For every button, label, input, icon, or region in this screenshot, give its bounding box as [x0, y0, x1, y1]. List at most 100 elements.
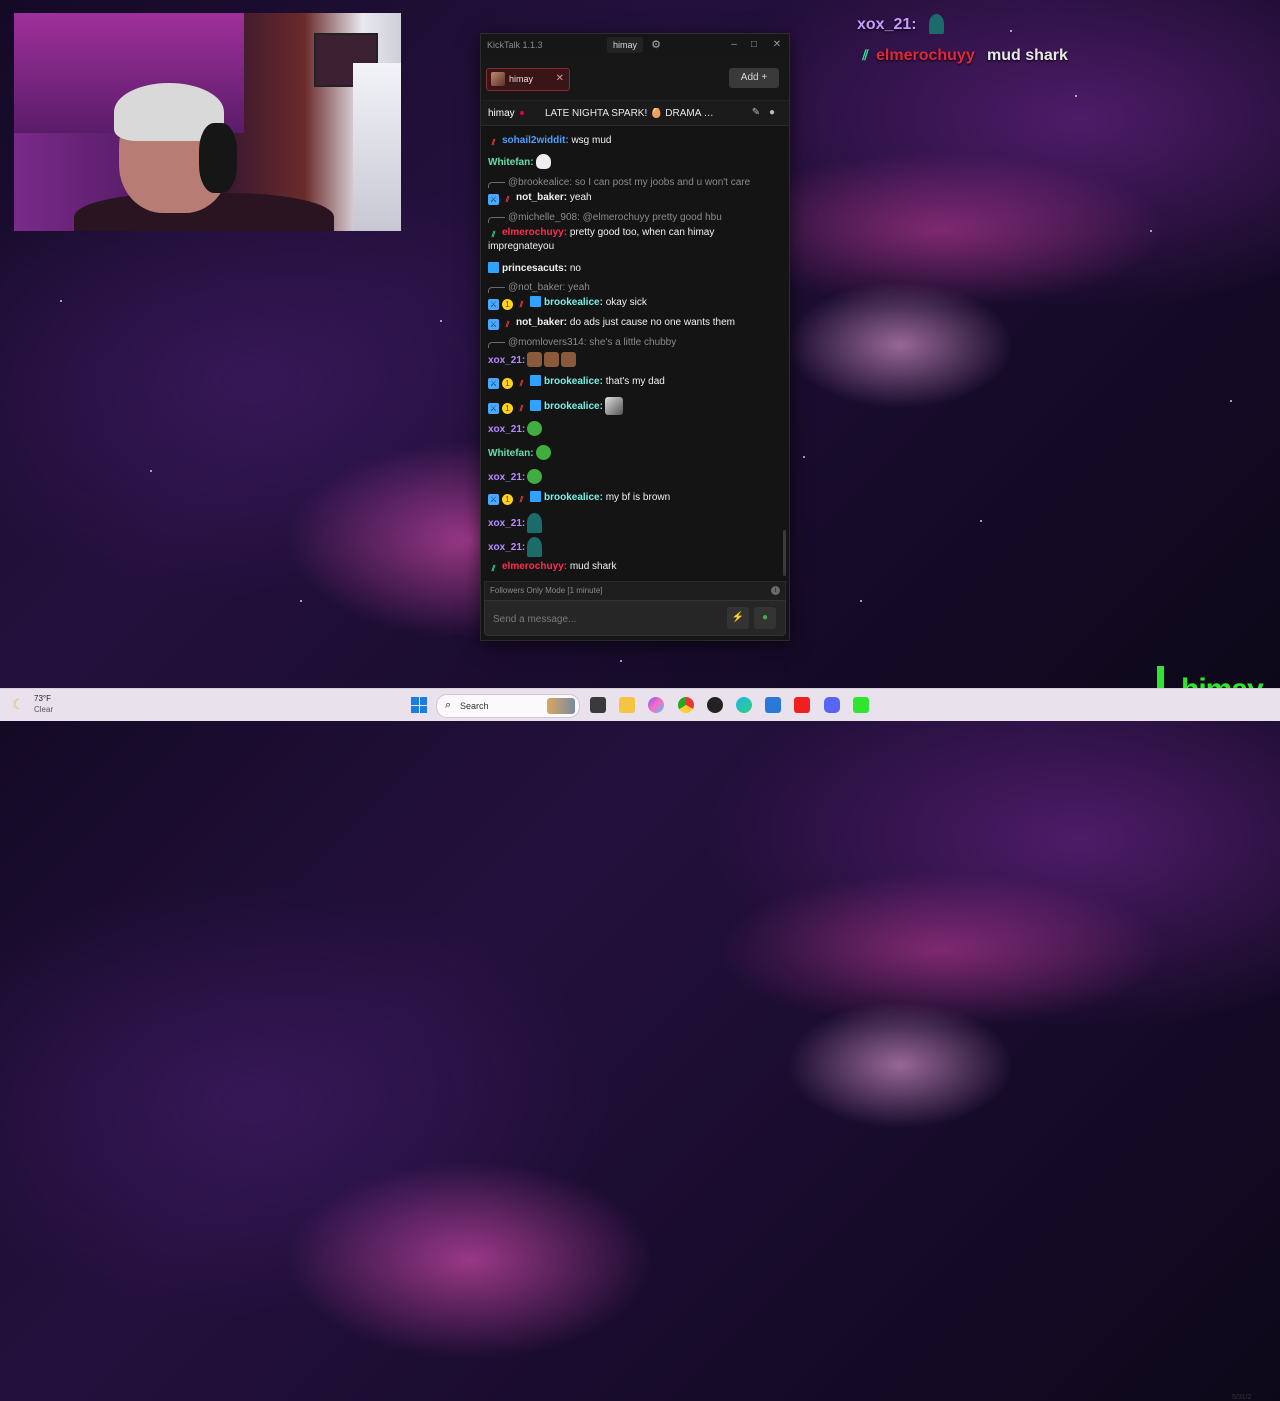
chat-message: Whitefan:	[488, 445, 780, 461]
chat-reply-context[interactable]: @michelle_908: @elmerochuyy pretty good …	[488, 211, 780, 225]
chat-username[interactable]: not_baker:	[516, 317, 567, 328]
webcam-headset	[199, 123, 237, 193]
mod-badge-icon: ⚔	[488, 494, 499, 505]
chat-username[interactable]: xox_21:	[488, 542, 525, 553]
pin-icon[interactable]: ✎	[749, 106, 763, 120]
chat-username[interactable]: brookealice:	[544, 401, 603, 412]
discord-icon[interactable]	[824, 697, 840, 713]
copilot-icon[interactable]	[648, 697, 664, 713]
chat-message: ⫽ elmerochuyy: mud shark	[488, 560, 780, 574]
stream-title: LATE NIGHTA SPARK! 🥚 DRAMA 🥚 L...	[545, 108, 725, 119]
chrome-icon[interactable]	[678, 697, 694, 713]
close-window-button[interactable]: ✕	[770, 38, 784, 52]
moon-weather-icon[interactable]: ☾	[12, 696, 25, 713]
sub-badge-icon: ⫽	[519, 404, 524, 413]
live-indicator	[520, 111, 524, 115]
maximize-button[interactable]: □	[747, 38, 761, 52]
reply-text: @momlovers314: she's a little chubby	[508, 337, 677, 348]
chat-username[interactable]: Whitefan:	[488, 157, 534, 168]
edge-icon[interactable]	[736, 697, 752, 713]
channel-tabbar: himay ✕ Add +	[481, 56, 789, 101]
github-icon[interactable]	[707, 697, 723, 713]
titlebar-user-button[interactable]: himay	[607, 37, 644, 53]
gift-badge-icon: 1	[502, 403, 513, 414]
chat-username[interactable]: xox_21:	[488, 355, 525, 366]
chat-username[interactable]: princesacuts:	[502, 263, 567, 274]
chat-reply-context[interactable]: @brookealice: so I can post my joobs and…	[488, 176, 780, 190]
chat-username[interactable]: xox_21:	[488, 424, 525, 435]
gift-badge-icon: 1	[502, 299, 513, 310]
chat-text: mud shark	[569, 561, 617, 572]
youtube-icon[interactable]	[794, 697, 810, 713]
webcam-door	[353, 63, 401, 231]
window-titlebar[interactable]: KickTalk 1.1.3 himay ⚙ – □ ✕	[481, 34, 789, 56]
tab-close-icon[interactable]: ✕	[556, 73, 564, 84]
search-icon: ⌕	[445, 699, 452, 711]
chat-text: okay sick	[605, 297, 647, 308]
overlay-chat-user-2: elmerochuyy	[876, 47, 975, 64]
sub-badge-icon: ⫽	[519, 300, 524, 309]
chat-message: ⚔ ⫽ not_baker: do ads just cause no one wa…	[488, 316, 780, 330]
user-list-icon[interactable]: ●	[765, 106, 779, 120]
chat-username[interactable]: brookealice:	[544, 376, 603, 387]
chat-message: ⚔ 1 ⫽ brookealice: okay sick	[488, 296, 780, 310]
clock-date: 5/31/2	[1232, 1394, 1252, 1401]
chat-scrollbar[interactable]	[783, 530, 786, 576]
reply-bracket-icon	[488, 342, 505, 348]
cube-badge-icon	[530, 296, 541, 307]
channel-name[interactable]: himay	[488, 108, 515, 119]
chat-username[interactable]: not_baker:	[516, 192, 567, 203]
chat-username[interactable]: Whitefan:	[488, 448, 534, 459]
task-view-icon[interactable]	[590, 697, 606, 713]
overlay-chat-text-2: mud shark	[987, 47, 1068, 64]
info-icon[interactable]: i	[771, 586, 780, 595]
chat-username[interactable]: xox_21:	[488, 472, 525, 483]
chat-username[interactable]: elmerochuyy:	[502, 227, 567, 238]
kicktalk-window: KickTalk 1.1.3 himay ⚙ – □ ✕ himay ✕ Add…	[480, 33, 790, 641]
chat-message: xox_21:	[488, 513, 780, 533]
tab-himay[interactable]: himay ✕	[486, 68, 570, 91]
followers-only-text: Followers Only Mode [1 minute]	[490, 586, 603, 595]
taskbar-search[interactable]: ⌕ Search	[436, 694, 580, 718]
ghost-emote	[527, 537, 543, 557]
channel-header: himay LATE NIGHTA SPARK! 🥚 DRAMA 🥚 L... …	[481, 101, 789, 126]
add-channel-button[interactable]: Add +	[729, 68, 779, 88]
chat-text: yeah	[569, 192, 592, 203]
reply-bracket-icon	[488, 182, 505, 188]
chat-username[interactable]: xox_21:	[488, 518, 525, 529]
store-icon[interactable]	[765, 697, 781, 713]
chat-username[interactable]: elmerochuyy:	[502, 561, 567, 572]
overlay-ghost-emote	[929, 14, 944, 34]
chat-message: xox_21:	[488, 469, 780, 485]
chat-username[interactable]: brookealice:	[544, 492, 603, 503]
mod-badge-icon: ⚔	[488, 194, 499, 205]
weather-temperature[interactable]: 73°F	[34, 694, 51, 703]
message-input[interactable]	[491, 609, 715, 629]
mod-badge-icon: ⚔	[488, 299, 499, 310]
chat-text: my bf is brown	[605, 492, 671, 503]
overlay-chat-user-1: xox_21:	[857, 16, 917, 33]
emoji-picker-icon[interactable]: ●	[754, 607, 776, 629]
mod-badge-icon: ⚔	[488, 403, 499, 414]
settings-gear-icon[interactable]: ⚙	[648, 37, 664, 53]
chat-text-continued: impregnateyou	[488, 241, 555, 252]
chat-username[interactable]: sohail2widdit:	[502, 135, 569, 146]
reply-bracket-icon	[488, 287, 505, 293]
og-badge-icon: ⫽	[491, 230, 496, 239]
kicktalk-taskbar-icon[interactable]	[853, 697, 869, 713]
reply-bracket-icon	[488, 217, 505, 223]
file-explorer-icon[interactable]	[619, 697, 635, 713]
minimize-button[interactable]: –	[727, 38, 741, 52]
chat-username[interactable]: brookealice:	[544, 297, 603, 308]
reply-text: @michelle_908: @elmerochuyy pretty good …	[508, 212, 722, 223]
chat-messages: ⫽ sohail2widdit: wsg mud Whitefan: @brook…	[481, 132, 789, 576]
chat-message: princesacuts: no	[488, 262, 780, 276]
chat-reply-context[interactable]: @not_baker: yeah	[488, 281, 780, 295]
start-button-icon[interactable]	[411, 697, 427, 713]
chat-reply-context[interactable]: @momlovers314: she's a little chubby	[488, 336, 780, 350]
kick-emote-button-icon[interactable]: ⚡	[727, 607, 749, 629]
weather-condition[interactable]: Clear	[34, 705, 53, 714]
chat-message: xox_21:	[488, 537, 780, 557]
app-title: KickTalk 1.1.3	[487, 40, 543, 50]
skull-emote	[535, 154, 551, 169]
